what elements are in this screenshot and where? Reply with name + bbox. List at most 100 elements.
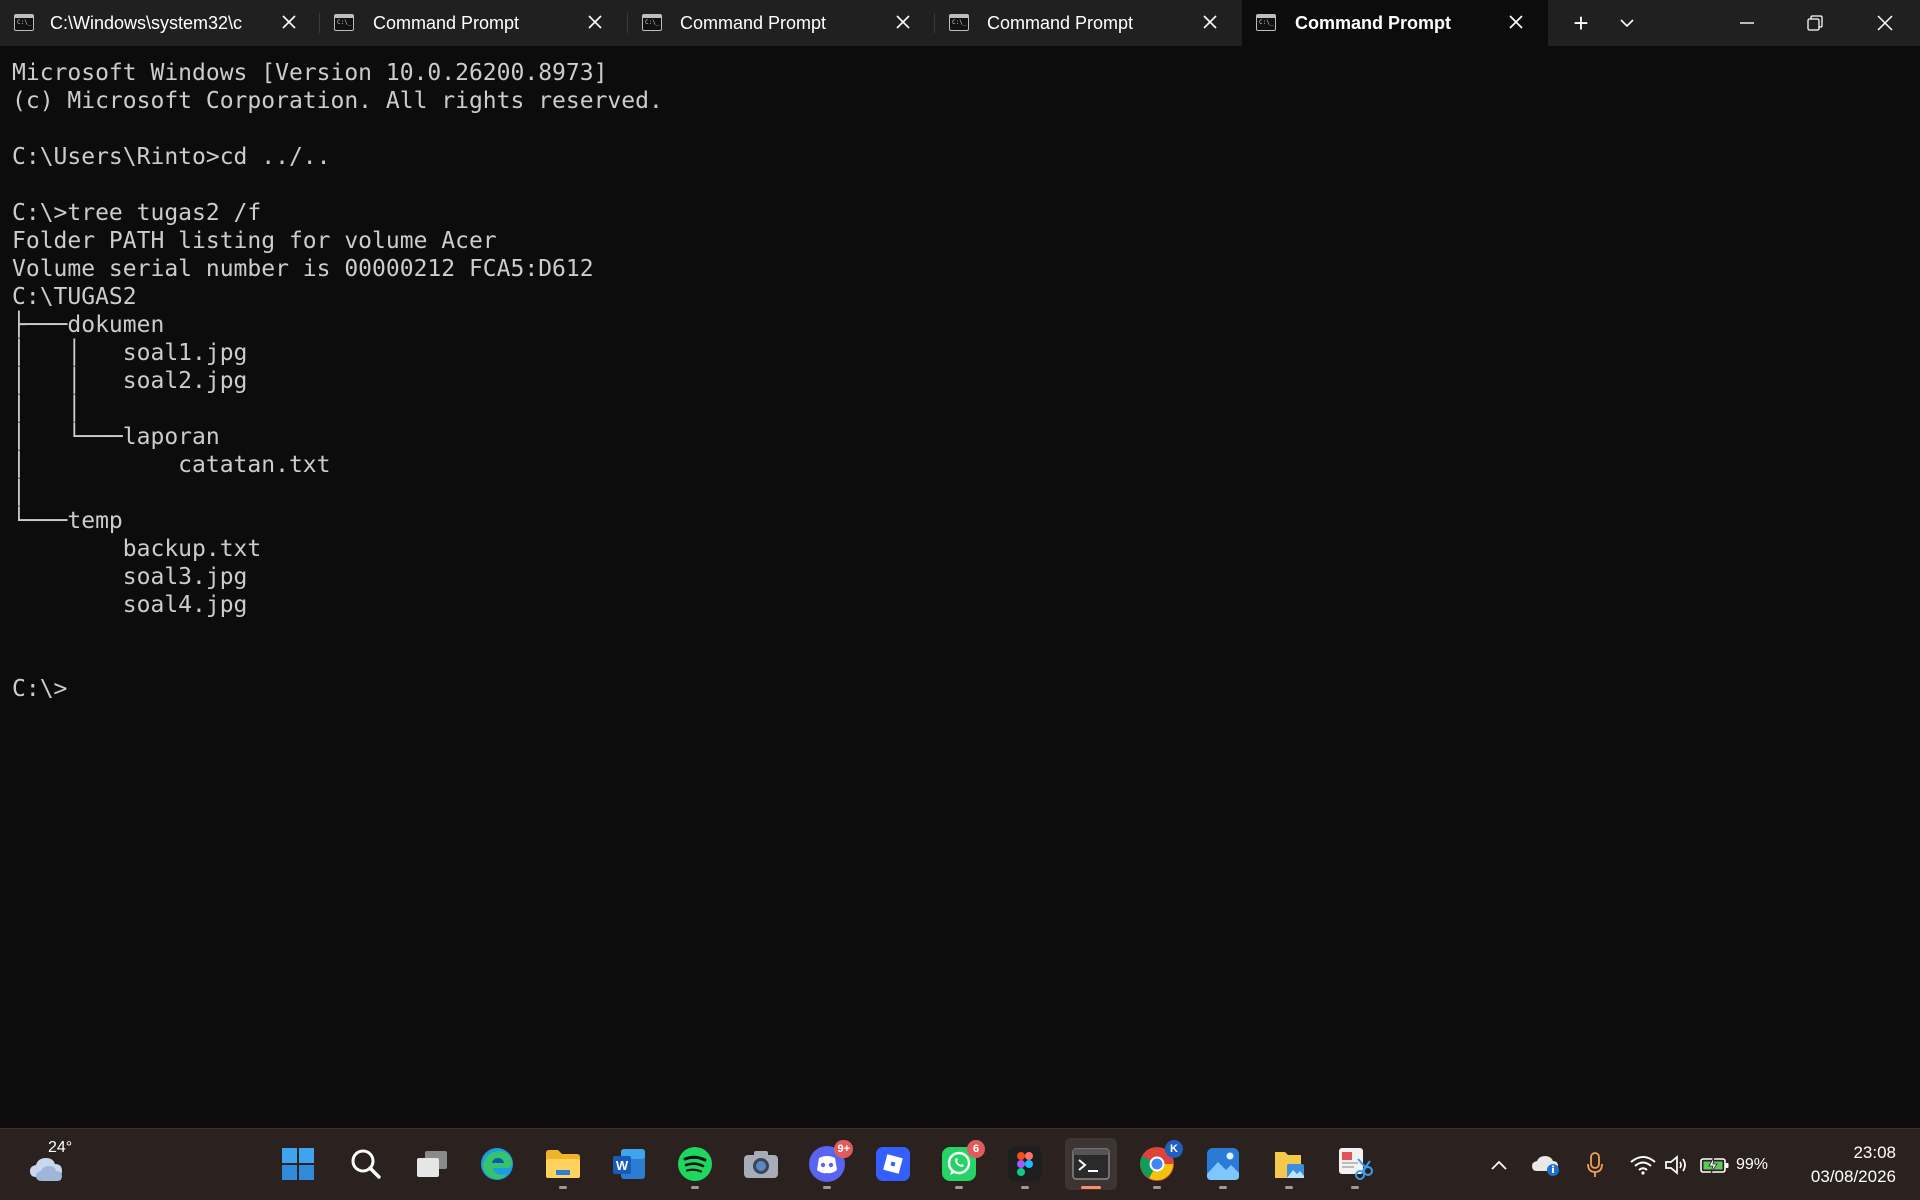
terminal-prompt: C:\> [12,676,68,702]
figma-button[interactable] [999,1138,1051,1190]
roblox-button[interactable] [867,1138,919,1190]
wifi-tray[interactable] [1628,1147,1658,1183]
pinned-folder-button[interactable] [1263,1138,1315,1190]
cloud-info-icon [1532,1156,1559,1176]
minimize-button[interactable] [1724,0,1770,46]
running-indicator [823,1186,831,1189]
clock-date: 03/08/2026 [1810,1167,1896,1186]
close-icon[interactable] [1503,9,1529,35]
terminal-line: C:\Users\Rinto>cd ../.. [12,144,331,170]
terminal-line: │ └───laporan [12,424,220,450]
close-icon[interactable] [276,9,302,35]
close-icon[interactable] [1197,9,1223,35]
close-icon [1877,15,1893,31]
discord-button[interactable]: 9+ [801,1138,853,1190]
tab-title: Command Prompt [987,13,1134,33]
camera-button[interactable] [735,1138,787,1190]
close-icon[interactable] [890,9,916,35]
minimize-icon [1740,22,1754,24]
command-prompt-icon [14,14,34,31]
file-explorer-button[interactable] [537,1138,589,1190]
edge-button[interactable] [471,1138,523,1190]
search-icon [351,1149,381,1179]
windows-icon [282,1148,314,1180]
command-prompt-icon [334,14,354,31]
running-indicator [691,1186,699,1189]
camera-icon [744,1151,778,1178]
close-icon[interactable] [582,9,608,35]
show-hidden-icons-button[interactable] [1484,1147,1514,1183]
word-button[interactable]: W [603,1138,655,1190]
snipping-tool-icon [1339,1148,1373,1180]
terminal-line: Microsoft Windows [Version 10.0.26200.89… [12,60,608,86]
chrome-button[interactable]: K [1131,1138,1183,1190]
temperature: 24° [48,1139,73,1156]
notification-badge: 6 [967,1140,985,1158]
command-prompt-icon [949,14,969,31]
tab-title: Command Prompt [680,13,827,33]
restore-icon [1807,15,1823,31]
terminal-line: soal3.jpg [12,564,248,590]
tab-4[interactable]: Command Prompt [935,0,1241,46]
terminal-line: soal4.jpg [12,592,248,618]
spotify-icon [678,1147,712,1181]
battery-tray[interactable]: 99% [1700,1147,1774,1183]
microphone-tray[interactable] [1582,1147,1608,1183]
tab-5-active[interactable]: Command Prompt [1242,0,1548,46]
whatsapp-button[interactable]: 6 [933,1138,985,1190]
snipping-tool-button[interactable] [1329,1138,1381,1190]
weather-widget[interactable]: 24° [24,1139,84,1189]
terminal-line: └───temp [12,508,123,534]
restore-button[interactable] [1792,0,1838,46]
folder-icon [546,1150,580,1178]
terminal-line: │ [12,480,26,506]
task-view-icon [417,1151,447,1177]
figma-icon [1008,1147,1042,1181]
running-indicator [1285,1186,1293,1189]
photos-button[interactable] [1197,1138,1249,1190]
terminal-line: ├───dokumen [12,312,165,338]
speaker-icon [1665,1155,1686,1175]
command-prompt-icon [1256,14,1276,31]
onedrive-tray[interactable] [1530,1147,1562,1183]
terminal-line: Volume serial number is 00000212 FCA5:D6… [12,256,594,282]
edge-icon [481,1148,513,1180]
terminal-icon [1072,1148,1110,1180]
terminal-line: (c) Microsoft Corporation. All rights re… [12,88,663,114]
battery-charging-icon [1700,1156,1729,1174]
tab-2[interactable]: Command Prompt [320,0,626,46]
tab-3[interactable]: Command Prompt [628,0,934,46]
microphone-icon [1587,1152,1603,1177]
search-button[interactable] [340,1138,392,1190]
task-view-button[interactable] [406,1138,458,1190]
roblox-icon [876,1147,910,1181]
terminal-line: │ │ soal1.jpg [12,340,248,366]
running-indicator [955,1186,963,1189]
volume-tray[interactable] [1662,1147,1692,1183]
tab-title: C:\Windows\system32\c [50,13,243,33]
running-indicator [1219,1186,1227,1189]
tab-1[interactable]: C:\Windows\system32\c [0,0,318,46]
chevron-down-icon [1620,19,1634,28]
plus-icon: + [1573,7,1589,38]
running-indicator [1153,1186,1161,1189]
terminal-line: C:\TUGAS2 [12,284,137,310]
tab-title: Command Prompt [373,13,520,33]
spotify-button[interactable] [669,1138,721,1190]
running-indicator [1081,1186,1101,1189]
close-window-button[interactable] [1862,0,1908,46]
new-tab-button[interactable]: + [1558,0,1604,46]
start-button[interactable] [272,1138,324,1190]
terminal-line: │ catatan.txt [12,452,331,478]
terminal-output[interactable]: Microsoft Windows [Version 10.0.26200.89… [0,46,1920,1128]
running-indicator [1021,1186,1029,1189]
profile-badge: K [1165,1140,1183,1158]
tab-title: Command Prompt [1295,13,1452,33]
folder-image-icon [1275,1152,1304,1178]
clock[interactable]: 23:08 03/08/2026 [1811,1141,1896,1189]
tab-dropdown-button[interactable] [1604,0,1650,46]
terminal-button[interactable] [1065,1138,1117,1190]
notification-badge: 9+ [834,1140,853,1158]
terminal-line: Folder PATH listing for volume Acer [12,228,497,254]
word-icon: W [613,1149,645,1179]
